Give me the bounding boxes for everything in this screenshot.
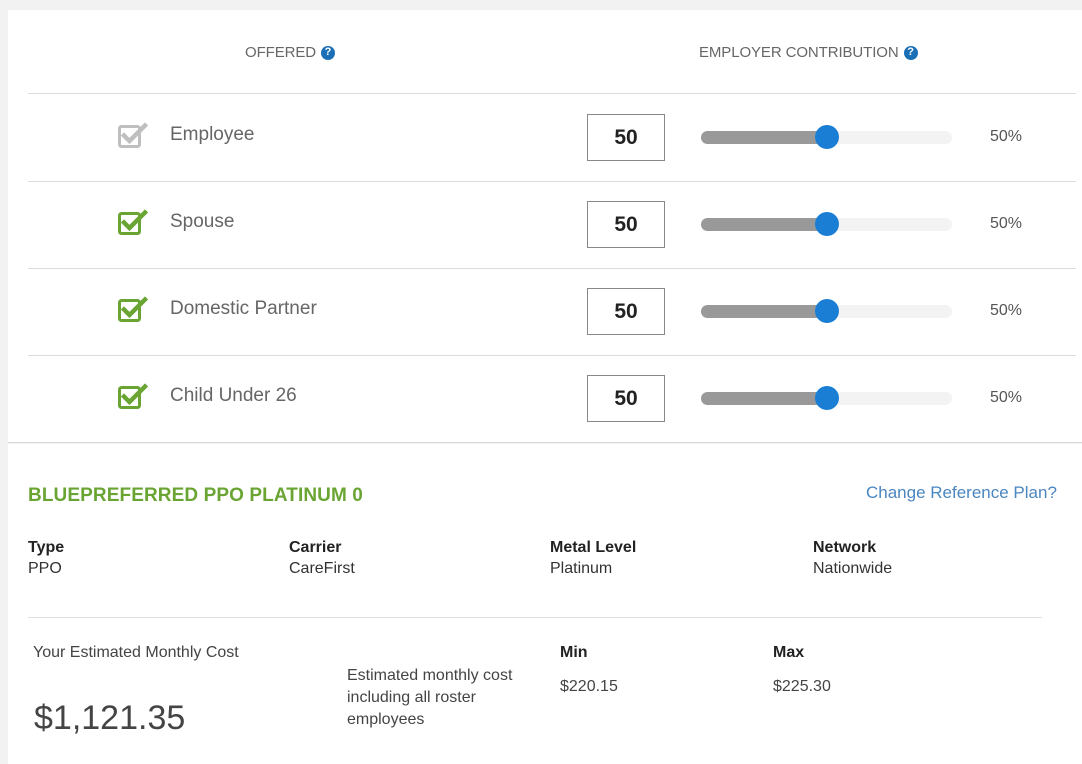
plan-metal-level: Metal Level Platinum [550, 539, 636, 578]
slider-fill [701, 305, 827, 318]
child-under-26-contribution-input[interactable]: 50 [587, 375, 665, 422]
offered-column-header: OFFERED ? [245, 44, 335, 61]
child-under-26-checkbox-icon[interactable] [118, 382, 149, 410]
estimated-cost-value: $1,121.35 [34, 699, 186, 737]
contribution-panel: OFFERED ? EMPLOYER CONTRIBUTION ? Employ… [8, 10, 1082, 443]
offered-header-label: OFFERED [245, 44, 316, 61]
employee-contribution-input[interactable]: 50 [587, 114, 665, 161]
contribution-help-icon[interactable]: ? [903, 45, 918, 60]
spouse-contribution-input[interactable]: 50 [587, 201, 665, 248]
child-under-26-contribution-percent: 50% [990, 389, 1023, 406]
contribution-header-label: EMPLOYER CONTRIBUTION [699, 44, 899, 61]
slider-thumb[interactable] [814, 212, 839, 236]
min-cost: Min $220.15 [560, 644, 618, 696]
max-cost-label: Max [773, 644, 805, 661]
row-spouse: Spouse 50 50% [28, 182, 1076, 269]
employee-checkbox-icon[interactable] [118, 121, 149, 149]
row-label: Employee [170, 124, 255, 145]
plan-carrier-label: Carrier [289, 539, 342, 556]
offered-help-icon[interactable]: ? [320, 45, 335, 60]
estimated-cost-description: Estimated monthly cost including all ros… [347, 667, 513, 728]
slider-thumb[interactable] [814, 125, 839, 149]
domestic-partner-contribution-slider[interactable] [701, 299, 952, 323]
domestic-partner-contribution-percent: 50% [990, 302, 1023, 319]
slider-fill [701, 218, 827, 231]
row-label: Spouse [170, 211, 235, 232]
plan-carrier-value: CareFirst [289, 560, 355, 577]
plan-type-value: PPO [28, 560, 62, 577]
change-reference-plan-link[interactable]: Change Reference Plan? [866, 483, 1057, 503]
row-label: Domestic Partner [170, 298, 317, 319]
row-employee: Employee 50 50% [28, 95, 1076, 182]
slider-thumb[interactable] [814, 386, 839, 410]
child-under-26-contribution-slider[interactable] [701, 386, 952, 410]
spouse-checkbox-icon[interactable] [118, 208, 149, 236]
plan-metal-label: Metal Level [550, 539, 637, 556]
spouse-contribution-percent: 50% [990, 215, 1023, 232]
max-cost: Max $225.30 [773, 644, 831, 696]
plan-carrier: Carrier CareFirst [289, 539, 355, 578]
plan-name: BLUEPREFERRED PPO PLATINUM 0 [28, 485, 363, 506]
contribution-header: OFFERED ? EMPLOYER CONTRIBUTION ? [28, 10, 1076, 94]
row-child-under-26: Child Under 26 50 50% [28, 356, 1076, 443]
slider-fill [701, 392, 827, 405]
employee-contribution-percent: 50% [990, 128, 1023, 145]
reference-plan-panel: BLUEPREFERRED PPO PLATINUM 0 Change Refe… [8, 444, 1082, 764]
slider-fill [701, 131, 827, 144]
plan-metal-value: Platinum [550, 560, 613, 577]
plan-network: Network Nationwide [813, 539, 892, 578]
estimated-cost-label: Your Estimated Monthly Cost [33, 644, 239, 661]
domestic-partner-contribution-input[interactable]: 50 [587, 288, 665, 335]
slider-thumb[interactable] [814, 299, 839, 323]
employee-contribution-slider[interactable] [701, 125, 952, 149]
row-domestic-partner: Domestic Partner 50 50% [28, 269, 1076, 356]
employer-contribution-column-header: EMPLOYER CONTRIBUTION ? [699, 44, 918, 61]
row-label: Child Under 26 [170, 385, 297, 406]
min-cost-label: Min [560, 644, 588, 661]
max-cost-value: $225.30 [773, 678, 831, 695]
plan-type-label: Type [28, 539, 65, 556]
section-divider [28, 617, 1042, 618]
min-cost-value: $220.15 [560, 678, 618, 695]
spouse-contribution-slider[interactable] [701, 212, 952, 236]
plan-network-value: Nationwide [813, 560, 893, 577]
plan-network-label: Network [813, 539, 877, 556]
plan-type: Type PPO [28, 539, 64, 578]
domestic-partner-checkbox-icon[interactable] [118, 295, 149, 323]
